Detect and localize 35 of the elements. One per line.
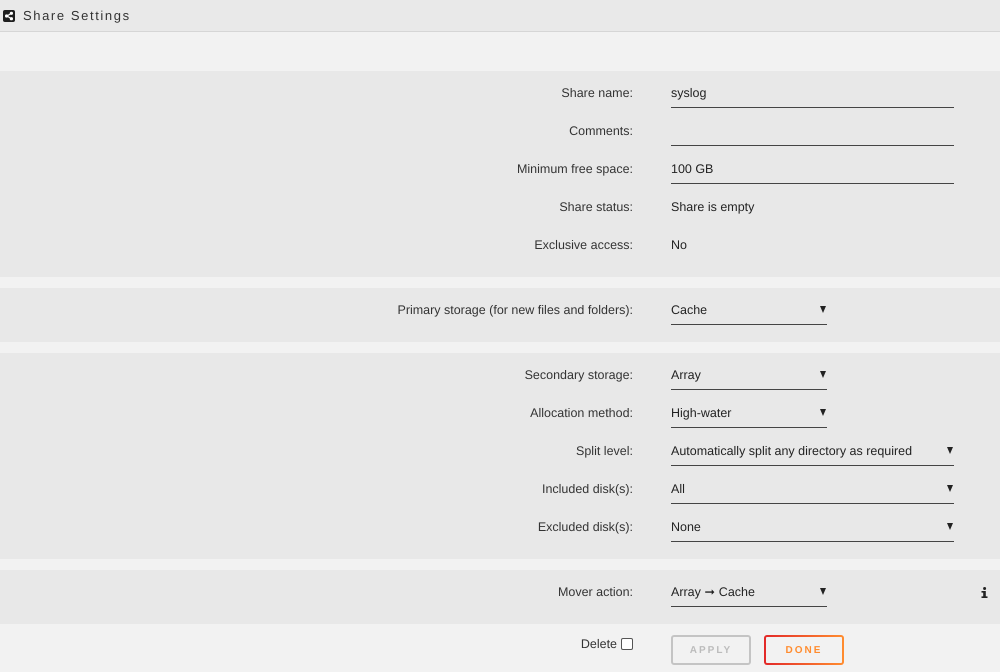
field-label: Exclusive access:	[533, 237, 633, 254]
field-label: Included disk(s):	[540, 481, 633, 498]
text-input[interactable]: 100 GB	[671, 159, 954, 184]
dropdown-select[interactable]: High-water	[671, 403, 827, 428]
field-value: No	[671, 237, 688, 254]
dropdown-select[interactable]: All	[671, 479, 954, 504]
caret-icon	[947, 485, 953, 492]
dropdown-select[interactable]: Array ➞ Cache	[671, 582, 827, 607]
field-label: Secondary storage:	[524, 367, 633, 384]
dropdown-select[interactable]: None	[671, 517, 954, 542]
delete-label: Delete	[580, 637, 617, 651]
dropdown-select[interactable]: Cache	[671, 300, 827, 325]
caret-icon	[947, 447, 953, 454]
caret-icon	[947, 523, 953, 530]
dropdown-select[interactable]: Automatically split any directory as required	[671, 441, 954, 466]
caret-icon	[820, 588, 826, 595]
share-icon	[3, 10, 15, 22]
field-label: Split level:	[575, 443, 633, 460]
delete-checkbox[interactable]	[621, 638, 633, 650]
dropdown-select[interactable]: Array	[671, 365, 827, 390]
field-label: Share name:	[560, 85, 633, 102]
info-icon[interactable]	[981, 587, 988, 598]
caret-icon	[820, 371, 826, 378]
field-label: Mover action:	[556, 584, 633, 601]
caret-icon	[820, 409, 826, 416]
field-label: Share status:	[558, 199, 633, 216]
field-label: Allocation method:	[529, 405, 633, 422]
field-label: Minimum free space:	[516, 161, 633, 178]
field-label: Comments:	[568, 123, 633, 140]
page-title: Share Settings	[23, 8, 131, 23]
text-input[interactable]: syslog	[671, 83, 954, 108]
field-label: Primary storage (for new files and folders):	[396, 302, 633, 319]
field-value: Share is empty	[671, 199, 756, 216]
field-label: Excluded disk(s):	[536, 519, 633, 536]
caret-icon	[820, 306, 826, 313]
